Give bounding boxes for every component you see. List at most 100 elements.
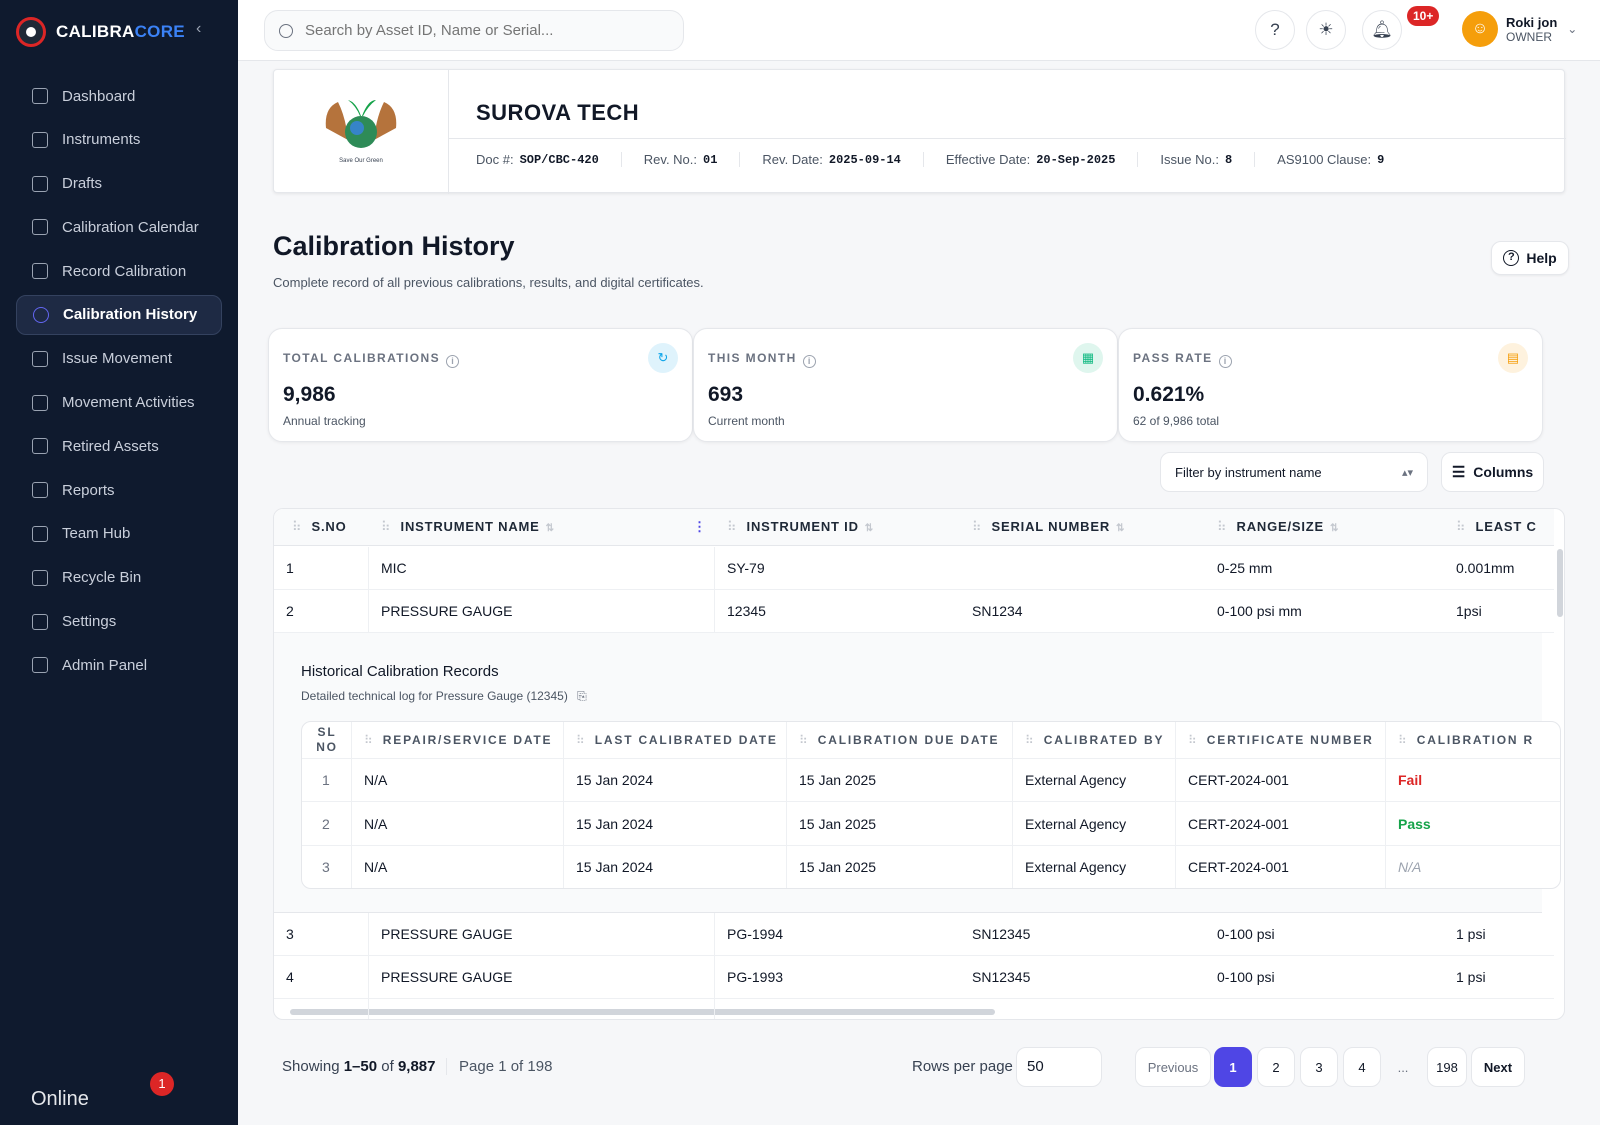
sort-icon[interactable]: ⇅ [865,523,873,534]
meta-value: 8 [1224,152,1233,167]
meta-value: 20-Sep-2025 [1036,152,1116,167]
drag-handle-icon[interactable]: ⠷ [1025,733,1034,747]
vertical-scrollbar[interactable] [1557,549,1563,617]
sidebar-item-dashboard[interactable]: Dashboard [16,76,222,116]
calibration-result: Pass [1398,815,1431,832]
users-icon [32,525,48,542]
drag-handle-icon[interactable]: ⠷ [799,733,808,747]
column-menu-icon[interactable]: ⋮ [693,519,707,535]
sidebar-item-movement-activities[interactable]: Movement Activities [16,383,222,423]
sidebar-item-admin-panel[interactable]: Admin Panel [16,645,222,685]
history-row[interactable]: 3 N/A 15 Jan 2024 15 Jan 2025 External Agenc… [302,846,1560,888]
last-page-button[interactable]: 198 [1427,1047,1467,1087]
sort-icon[interactable]: ⇅ [1116,523,1124,534]
history-cell: External Agency [1025,772,1127,788]
sidebar-item-recycle-bin[interactable]: Recycle Bin [16,558,222,598]
avatar: ☺ [1462,11,1498,47]
send-icon [32,350,48,367]
history-column-header[interactable]: ⠷ REPAIR/SERVICE DATE [364,733,552,747]
calendar-icon [32,219,48,236]
search-box[interactable] [264,10,684,51]
table-cell: PRESSURE GAUGE [381,969,513,985]
brand-name-main: CALIBRA [56,22,135,41]
table-row[interactable]: 2 PRESSURE GAUGE 12345 SN1234 0-100 psi mm 1p… [274,590,1554,633]
brand-name: CALIBRACORE [56,22,185,42]
history-column-header[interactable]: ⠷ CERTIFICATE NUMBER [1188,733,1374,747]
sidebar-item-settings[interactable]: Settings [16,602,222,642]
sidebar-item-issue-movement[interactable]: Issue Movement [16,339,222,379]
info-icon[interactable]: i [802,355,816,368]
drag-handle-icon[interactable]: ⠷ [1217,519,1227,534]
history-column-header[interactable]: ⠷ CALIBRATED BY [1025,733,1164,747]
drag-handle-icon[interactable]: ⠷ [727,519,737,534]
history-cell: 15 Jan 2025 [799,772,877,788]
drag-handle-icon[interactable]: ⠷ [292,519,302,534]
help-button[interactable]: ? Help [1491,241,1569,275]
table-cell: 0-100 psi mm [1217,603,1302,619]
notifications-button[interactable]: 🔔︎ [1362,10,1402,50]
column-header[interactable]: ⠷ INSTRUMENT ID ⇅ [727,519,873,535]
sidebar-item-drafts[interactable]: Drafts [16,164,222,204]
column-divider [368,547,369,633]
collapse-sidebar-icon[interactable]: ‹ [196,20,201,38]
company-name: SUROVA TECH [476,100,640,125]
previous-page-button[interactable]: Previous [1135,1047,1211,1087]
sidebar-item-reports[interactable]: Reports [16,470,222,510]
help-circle-button[interactable]: ? [1255,10,1295,50]
drag-handle-icon[interactable]: ⠷ [1456,519,1466,534]
theme-toggle-button[interactable]: ☀ [1306,10,1346,50]
sidebar-item-instruments[interactable]: Instruments [16,120,222,160]
meta-item: Rev. Date: 2025-09-14 [762,152,924,167]
history-cell: N/A [364,772,388,788]
column-header[interactable]: ⠷ SERIAL NUMBER ⇅ [972,519,1124,535]
drag-handle-icon[interactable]: ⠷ [381,519,391,534]
page-button-2[interactable]: 2 [1257,1047,1295,1087]
drag-handle-icon[interactable]: ⠷ [364,733,373,747]
history-column-header[interactable]: SL NO [316,725,338,755]
copy-icon[interactable]: ⎘ [577,689,587,703]
drag-handle-icon[interactable]: ⠷ [972,519,982,534]
history-column-header[interactable]: ⠷ CALIBRATION R [1398,733,1534,747]
sort-icon[interactable]: ⇅ [1330,523,1338,534]
sort-icon[interactable]: ⇅ [546,523,554,534]
column-header[interactable]: ⠷ LEAST C [1456,519,1537,535]
history-row[interactable]: 2 N/A 15 Jan 2024 15 Jan 2025 External Agenc… [302,803,1560,846]
page-button-1[interactable]: 1 [1214,1047,1252,1087]
drag-handle-icon[interactable]: ⠷ [1398,733,1407,747]
user-menu[interactable]: ☺ Roki jon OWNER ⌄ [1462,11,1577,47]
sidebar-item-label: Dashboard [62,87,136,105]
table-row[interactable]: 1 MIC SY-79 0-25 mm 0.001mm [274,547,1554,590]
history-column-header[interactable]: ⠷ LAST CALIBRATED DATE [576,733,778,747]
drag-handle-icon[interactable]: ⠷ [1188,733,1197,747]
info-icon[interactable]: i [1218,355,1232,368]
sidebar-item-retired-assets[interactable]: Retired Assets [16,426,222,466]
sidebar-item-calibration-calendar[interactable]: Calibration Calendar [16,207,222,247]
column-header[interactable]: ⠷ INSTRUMENT NAME ⇅ [381,519,554,535]
search-input[interactable] [305,22,665,39]
instrument-filter-select[interactable]: Filter by instrument name ▴▾ [1160,452,1428,492]
info-icon[interactable]: i [445,355,459,368]
history-row[interactable]: 1 N/A 15 Jan 2024 15 Jan 2025 External Agenc… [302,759,1560,802]
search-icon [279,23,293,38]
next-page-button[interactable]: Next [1471,1047,1525,1087]
column-header-label: INSTRUMENT ID [746,519,859,534]
history-column-header[interactable]: ⠷ CALIBRATION DUE DATE [799,733,999,747]
sidebar-item-team-hub[interactable]: Team Hub [16,514,222,554]
column-header[interactable]: ⠷ S.NO [292,519,347,535]
page-button-4[interactable]: 4 [1343,1047,1381,1087]
column-header[interactable]: ⠷ RANGE/SIZE ⇅ [1217,519,1338,535]
drag-handle-icon[interactable]: ⠷ [576,733,585,747]
page-button-3[interactable]: 3 [1300,1047,1338,1087]
sidebar-item-record-calibration[interactable]: Record Calibration [16,251,222,291]
brand[interactable]: CALIBRACORE [16,14,185,50]
history-column-divider [351,722,352,888]
table-cell: 0-100 psi [1217,969,1275,985]
horizontal-scrollbar[interactable] [290,1009,995,1015]
table-row[interactable]: 3 PRESSURE GAUGE PG-1994 SN12345 0-100 psi 1 … [274,913,1554,956]
rows-per-page-input[interactable]: 50 [1016,1047,1102,1087]
columns-button[interactable]: ☰ Columns [1441,452,1544,492]
table-row[interactable]: 4 PRESSURE GAUGE PG-1993 SN12345 0-100 psi 1 … [274,956,1554,999]
sidebar-item-calibration-history[interactable]: Calibration History [16,294,222,335]
history-column-divider [1012,722,1013,888]
history-cell: 15 Jan 2025 [799,859,877,875]
